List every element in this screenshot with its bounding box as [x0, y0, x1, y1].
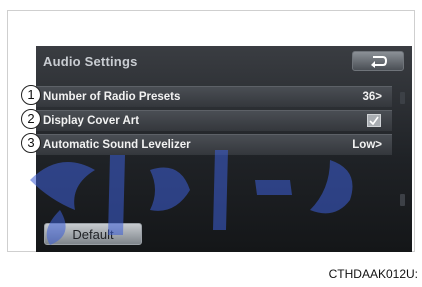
row-display-cover-art[interactable]: Display Cover Art — [36, 110, 392, 131]
row-label-cover-art: Display Cover Art — [43, 115, 140, 127]
callout-2: 2 — [21, 109, 41, 129]
figure-caption: CTHDAAK012U: — [328, 267, 418, 281]
cover-art-checkbox[interactable] — [367, 114, 381, 127]
screen-title: Audio Settings — [43, 54, 138, 69]
row-value-sound-levelizer: Low> — [352, 139, 382, 151]
callout-1: 1 — [21, 85, 41, 105]
row-label-radio-presets: Number of Radio Presets — [43, 91, 181, 103]
row-sound-levelizer[interactable]: Automatic Sound Levelizer Low> — [36, 134, 392, 155]
row-label-sound-levelizer: Automatic Sound Levelizer — [43, 139, 191, 151]
scroll-indicator-top — [400, 92, 405, 104]
default-button[interactable]: Default — [44, 223, 142, 245]
scroll-indicator-bottom — [400, 194, 405, 206]
back-arrow-icon — [371, 56, 388, 68]
row-radio-presets[interactable]: Number of Radio Presets 36> — [36, 86, 392, 107]
back-button[interactable] — [352, 51, 404, 71]
row-value-radio-presets: 36> — [362, 91, 382, 103]
check-icon — [369, 116, 379, 125]
callout-3: 3 — [21, 133, 41, 153]
audio-settings-screen: Audio Settings Number of Radio Presets 3… — [36, 46, 412, 252]
